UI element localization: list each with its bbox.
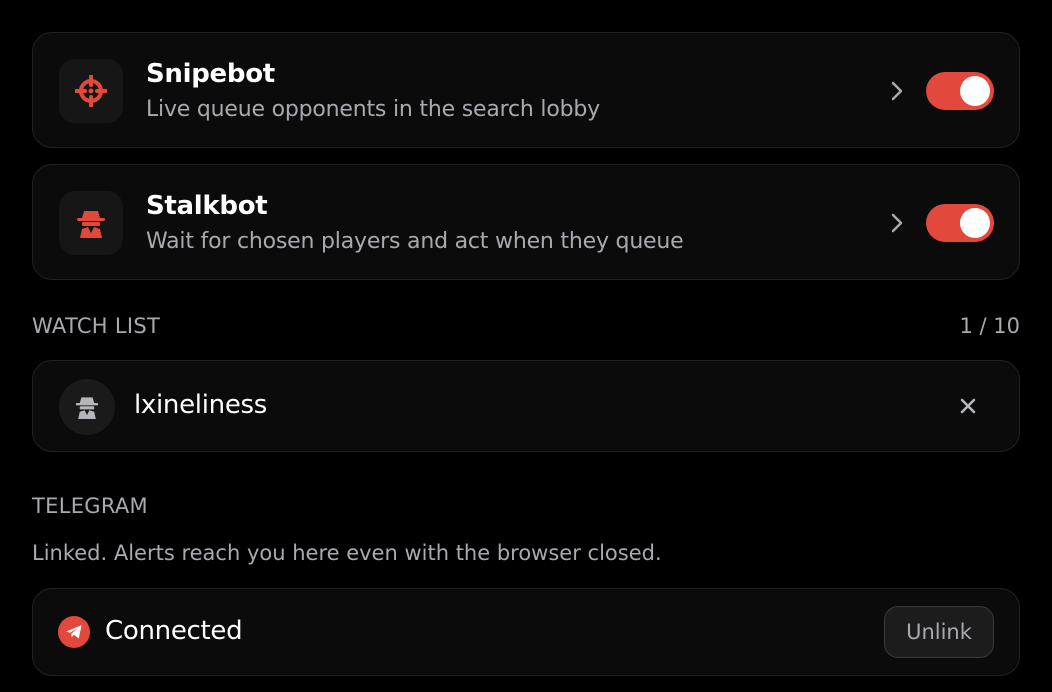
toggle-knob <box>960 208 990 238</box>
stalkbot-title: Stalkbot <box>146 191 268 221</box>
telegram-heading: TELEGRAM <box>32 494 148 518</box>
snipebot-toggle[interactable] <box>926 72 994 110</box>
snipebot-description: Live queue opponents in the search lobby <box>146 97 600 122</box>
stalkbot-icon-tile <box>59 191 123 255</box>
watch-list-heading: WATCH LIST <box>32 314 161 338</box>
chevron-right-icon[interactable] <box>885 77 909 105</box>
snipebot-title: Snipebot <box>146 59 275 89</box>
telegram-description: Linked. Alerts reach you here even with … <box>32 541 662 565</box>
watch-list-item: lxineliness <box>32 360 1020 452</box>
crosshair-icon <box>75 75 107 107</box>
close-icon <box>960 398 976 414</box>
toggle-knob <box>960 76 990 106</box>
stalkbot-toggle[interactable] <box>926 204 994 242</box>
snipebot-icon-tile <box>59 59 123 123</box>
watch-list-count: 1 / 10 <box>959 314 1020 338</box>
avatar <box>59 379 115 435</box>
telegram-card: Connected Unlink <box>32 588 1020 676</box>
snipebot-card[interactable]: Snipebot Live queue opponents in the sea… <box>32 32 1020 148</box>
watch-list-name: lxineliness <box>134 390 268 420</box>
spy-icon <box>75 397 99 419</box>
chevron-right-icon[interactable] <box>885 209 909 237</box>
settings-page: Snipebot Live queue opponents in the sea… <box>0 0 1052 692</box>
telegram-icon <box>58 616 90 648</box>
unlink-button[interactable]: Unlink <box>884 606 994 658</box>
stalkbot-description: Wait for chosen players and act when the… <box>146 229 684 254</box>
stalkbot-card[interactable]: Stalkbot Wait for chosen players and act… <box>32 164 1020 280</box>
remove-button[interactable] <box>955 393 981 419</box>
telegram-status: Connected <box>105 616 243 646</box>
spy-icon <box>77 211 105 238</box>
